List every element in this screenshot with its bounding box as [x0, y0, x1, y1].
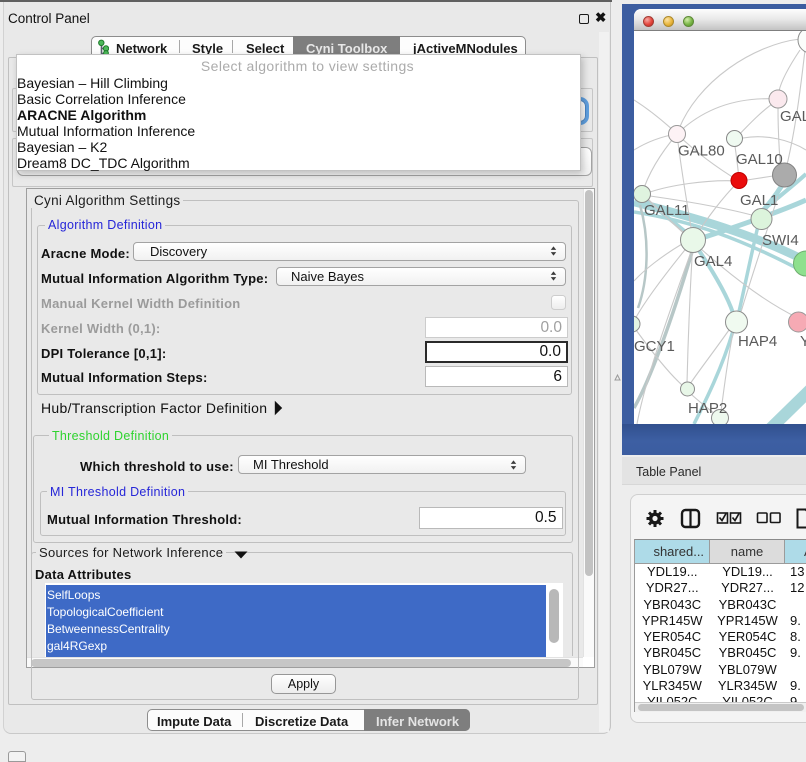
svg-text:SWI4: SWI4	[762, 232, 799, 249]
svg-text:GAL1: GAL1	[740, 192, 778, 209]
svg-text:GAL4: GAL4	[694, 253, 732, 270]
svg-text:Y: Y	[800, 333, 806, 350]
svg-text:HAP4: HAP4	[738, 333, 777, 350]
svg-text:GAL10: GAL10	[736, 151, 783, 168]
svg-text:GAL80: GAL80	[678, 143, 725, 160]
svg-text:HAP2: HAP2	[688, 400, 727, 417]
svg-text:GAL11: GAL11	[644, 202, 690, 219]
svg-text:GCY1: GCY1	[634, 338, 675, 355]
svg-text:GAL: GAL	[780, 108, 806, 125]
